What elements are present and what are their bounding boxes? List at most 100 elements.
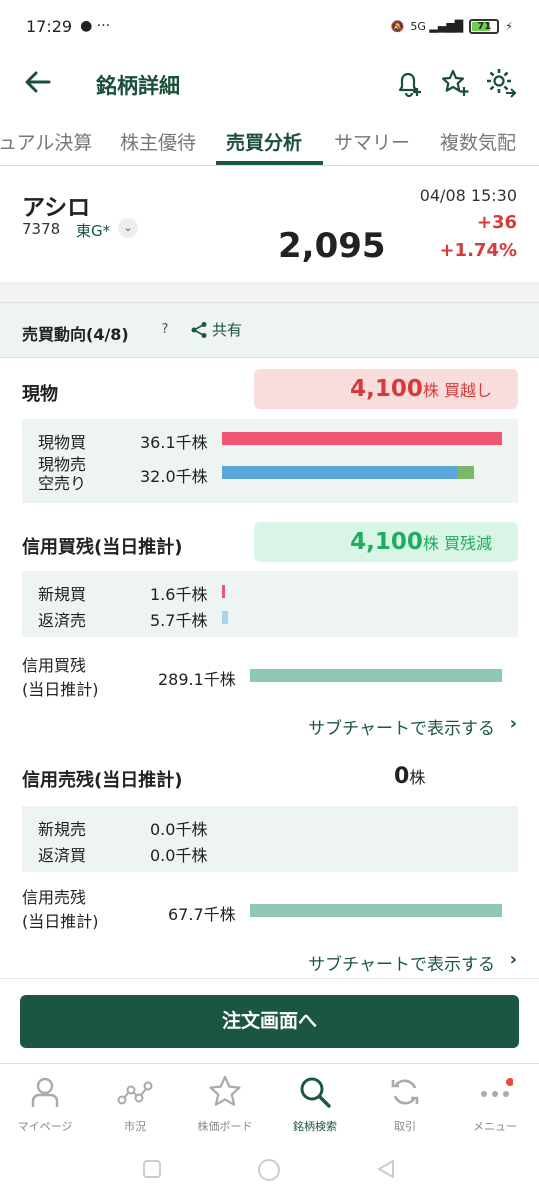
price-change: +36	[476, 212, 517, 233]
repay-buy-value: 0.0千株	[150, 846, 208, 865]
stock-code: 7378	[22, 220, 61, 238]
margin-sell-net: 0株	[394, 764, 425, 789]
add-alert-bell-icon[interactable]	[392, 66, 426, 100]
cash-sell-bar	[222, 466, 458, 479]
bottom-nav: マイページ 市況 株価ボード 銘柄検索 取引 メニュー	[0, 1063, 539, 1143]
margin-buy-total-label: 信用買残 (当日推計)	[22, 656, 99, 699]
tab-shareholder-benefits[interactable]: 株主優待	[120, 128, 196, 155]
divider	[0, 978, 539, 979]
recent-apps-icon[interactable]	[142, 1159, 162, 1179]
back-icon[interactable]	[376, 1159, 396, 1179]
short-sell-bar	[457, 466, 474, 479]
battery-icon: 71	[469, 18, 500, 34]
share-label: 共有	[212, 321, 243, 339]
nav-item-stock-board[interactable]: 株価ボード	[180, 1064, 270, 1144]
status-bar: 17:29 ● ··· 🔕 5G ▂▄▆█ 71 ⚡	[0, 0, 539, 52]
tab-annual-results[interactable]: ュアル決算	[0, 128, 92, 155]
margin-buy-net-value: 4,100	[350, 529, 423, 555]
margin-sell-subchart-link[interactable]: サブチャートで表示する	[308, 950, 495, 975]
refresh-icon	[391, 1079, 419, 1105]
margin-sell-detail-box: 新規売 0.0千株 返済買 0.0千株	[22, 806, 518, 872]
margin-buy-section-title: 信用買残(当日推計)	[22, 537, 183, 558]
status-time: 17:29	[26, 16, 73, 36]
margin-buy-net-badge: 4,100株 買残減	[254, 522, 518, 562]
charging-icon: ⚡	[505, 19, 513, 33]
star-icon	[209, 1075, 241, 1106]
margin-buy-subchart-link[interactable]: サブチャートで表示する	[308, 714, 495, 739]
app-header: 銘柄詳細	[0, 52, 539, 114]
add-favorite-star-icon[interactable]	[438, 66, 472, 100]
stock-summary: アシロ 7378 東G* ⌄ 2,095 04/08 15:30 +36 +1.…	[0, 166, 539, 282]
chevron-right-icon[interactable]: ›	[510, 713, 517, 734]
share-icon	[191, 321, 207, 338]
new-sell-value: 0.0千株	[150, 820, 208, 839]
margin-sell-total-label: 信用売残 (当日推計)	[22, 888, 99, 931]
trade-trend-header: 売買動向(4/8) ? 共有	[0, 302, 539, 358]
active-tab-indicator	[216, 161, 323, 165]
price-timestamp: 04/08 15:30	[419, 186, 517, 205]
cash-net-value: 4,100	[350, 376, 423, 402]
page-title: 銘柄詳細	[96, 74, 180, 98]
new-sell-label: 新規売	[38, 820, 87, 839]
margin-buy-detail-box: 新規買 1.6千株 返済売 5.7千株	[22, 571, 518, 637]
nav-item-trade[interactable]: 取引	[360, 1064, 450, 1144]
nav-label: マイページ	[17, 1120, 73, 1133]
order-screen-button[interactable]: 注文画面へ	[20, 995, 519, 1048]
price-change-percent: +1.74%	[439, 240, 517, 261]
nav-label: 株価ボード	[197, 1120, 253, 1133]
status-icons: 🔕 5G ▂▄▆█ 71 ⚡	[390, 18, 513, 34]
section-divider	[0, 282, 539, 302]
nav-label: 市況	[124, 1120, 146, 1133]
nav-label: 取引	[394, 1120, 416, 1133]
tab-bar: ュアル決算 株主優待 売買分析 サマリー 複数気配	[0, 116, 539, 166]
cash-buy-value: 36.1千株	[140, 433, 208, 452]
tab-multi-quotes[interactable]: 複数気配	[440, 128, 516, 155]
nav-item-mypage[interactable]: マイページ	[0, 1064, 90, 1144]
new-buy-value: 1.6千株	[150, 585, 208, 604]
system-nav-bar	[0, 1143, 539, 1200]
cash-buy-bar	[222, 432, 502, 445]
margin-sell-net-unit: 株	[409, 768, 426, 787]
repay-buy-label: 返済買	[38, 846, 87, 865]
market-icon	[117, 1081, 153, 1105]
market-selector[interactable]: 東G*	[76, 220, 110, 241]
nav-item-market[interactable]: 市況	[90, 1064, 180, 1144]
margin-buy-total-bar	[250, 669, 502, 682]
repay-sell-label: 返済売	[38, 611, 87, 630]
settings-gear-icon[interactable]	[484, 66, 518, 100]
mute-icon: 🔕	[390, 19, 405, 33]
margin-sell-section-title: 信用売残(当日推計)	[22, 770, 183, 791]
margin-sell-total-bar	[250, 904, 502, 917]
nav-item-menu[interactable]: メニュー	[450, 1064, 539, 1144]
back-arrow-icon[interactable]	[22, 66, 54, 98]
repay-sell-value: 5.7千株	[150, 611, 208, 630]
search-icon	[300, 1077, 331, 1108]
margin-buy-net-label: 買残減	[443, 534, 492, 553]
new-buy-bar	[222, 585, 225, 598]
new-buy-label: 新規買	[38, 585, 87, 604]
cash-detail-box: 現物買 36.1千株 現物売 空売り 32.0千株	[22, 419, 518, 503]
tab-trade-analysis[interactable]: 売買分析	[226, 128, 302, 155]
help-icon[interactable]: ?	[154, 319, 176, 341]
trade-trend-title: 売買動向(4/8)	[22, 325, 129, 344]
chat-notification-icon: ● ···	[80, 18, 111, 34]
chevron-right-icon[interactable]: ›	[510, 949, 517, 970]
share-button[interactable]: 共有	[190, 319, 242, 340]
margin-sell-total-value: 67.7千株	[168, 905, 236, 924]
cash-buy-label: 現物買	[38, 433, 87, 452]
cash-net-badge: 4,100株 買越し	[254, 369, 518, 409]
nav-label: メニュー	[473, 1120, 517, 1133]
repay-sell-bar	[222, 611, 228, 624]
cash-section-title: 現物	[22, 384, 58, 405]
stock-name: アシロ	[22, 195, 91, 221]
signal-icon: 5G ▂▄▆█	[410, 19, 464, 33]
home-icon[interactable]	[257, 1158, 281, 1182]
margin-buy-total-value: 289.1千株	[158, 670, 236, 689]
tab-summary[interactable]: サマリー	[334, 128, 410, 155]
nav-label: 銘柄検索	[293, 1120, 337, 1133]
chevron-down-icon[interactable]: ⌄	[118, 218, 138, 238]
cash-net-label: 買越し	[443, 381, 492, 400]
more-icon	[481, 1078, 513, 1097]
cash-sell-value: 32.0千株	[140, 467, 208, 486]
nav-item-stock-search[interactable]: 銘柄検索	[270, 1064, 360, 1144]
